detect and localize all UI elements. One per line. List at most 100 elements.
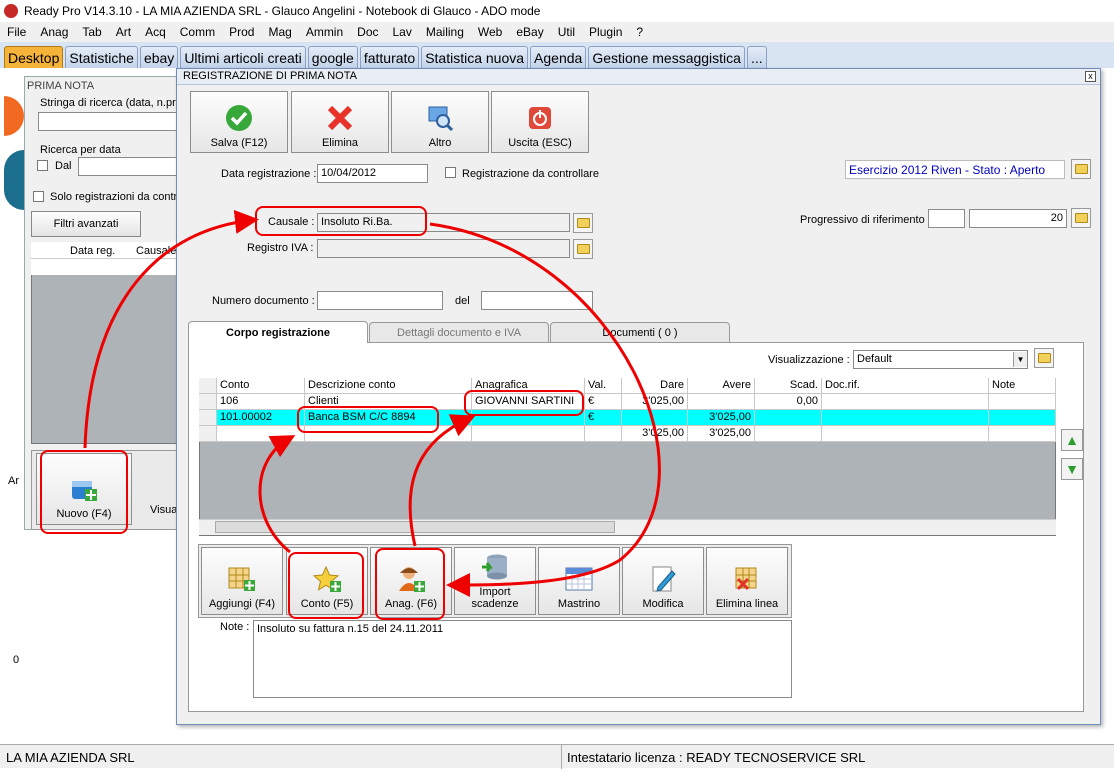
grid-header-row-cell[interactable]: Val. (585, 378, 622, 394)
filters-button[interactable]: Filtri avanzati (31, 211, 141, 237)
tab-ultimi-articoli[interactable]: Ultimi articoli creati (180, 46, 306, 68)
grid-header-row[interactable]: Conto Descrizione conto Anagrafica Val. Dare… (199, 378, 1056, 394)
grid-row-1-cell[interactable]: 0,00 (755, 394, 822, 410)
grid-header-row-cell[interactable]: Dare (622, 378, 688, 394)
grid-total-row-cell[interactable] (472, 426, 585, 442)
menu-ammin[interactable]: Ammin (299, 25, 350, 39)
grid-row-2-cell[interactable] (822, 410, 989, 426)
grid-header-row-cell[interactable]: Doc.rif. (822, 378, 989, 394)
grid-total-row-cell[interactable] (585, 426, 622, 442)
row-selector[interactable] (199, 378, 217, 394)
grid-total-row-cell[interactable] (755, 426, 822, 442)
add-line-button[interactable]: Aggiungi (F4) (201, 547, 283, 615)
row-selector[interactable] (199, 426, 217, 442)
grid-row-2-cell[interactable] (755, 410, 822, 426)
close-icon[interactable]: x (1085, 71, 1096, 82)
grid-total-row-cell[interactable] (822, 426, 989, 442)
grid-scroll-thumb[interactable] (215, 521, 615, 533)
import-scadenze-button[interactable]: Import scadenze (454, 547, 536, 615)
progressivo-folder-icon[interactable] (1071, 208, 1091, 228)
menu-prod[interactable]: Prod (222, 25, 261, 39)
date-input[interactable]: 10/04/2012 (317, 164, 428, 183)
grid-row-2-cell[interactable] (989, 410, 1056, 426)
menu-util[interactable]: Util (551, 25, 582, 39)
grid-row-1-cell[interactable]: € (585, 394, 622, 410)
tab-desktop[interactable]: Desktop (4, 46, 64, 68)
tab-statistiche[interactable]: Statistiche (65, 46, 138, 68)
tab-fatturato[interactable]: fatturato (359, 46, 420, 68)
menu-plugin[interactable]: Plugin (582, 25, 629, 39)
chevron-down-icon[interactable]: ▼ (1013, 352, 1027, 367)
delete-line-button[interactable]: Elimina linea (706, 547, 788, 615)
grid-row-1-cell[interactable] (989, 394, 1056, 410)
registro-input[interactable] (317, 239, 570, 258)
mastrino-button[interactable]: Mastrino (538, 547, 620, 615)
grid-total-row-cell[interactable]: 3'025,00 (622, 426, 688, 442)
prima-nota-grid-row[interactable] (31, 259, 177, 275)
grid-header-row-cell[interactable]: Note (989, 378, 1056, 394)
del-input[interactable] (481, 291, 593, 310)
dal-checkbox[interactable] (37, 160, 48, 174)
grid-header-row-cell[interactable]: Scad. (755, 378, 822, 394)
grid-total-row-cell[interactable] (989, 426, 1056, 442)
grid-header-row-cell[interactable]: Conto (217, 378, 305, 394)
grid-row-2-cell[interactable]: 3'025,00 (688, 410, 755, 426)
numero-input[interactable] (317, 291, 443, 310)
grid-row-1-cell[interactable] (822, 394, 989, 410)
grid-row-2-cell[interactable]: € (585, 410, 622, 426)
move-up-icon[interactable]: ▲ (1061, 429, 1083, 451)
to-check-checkbox[interactable] (445, 167, 456, 181)
menu-doc[interactable]: Doc (350, 25, 385, 39)
row-selector[interactable] (199, 410, 217, 426)
menu-web[interactable]: Web (471, 25, 509, 39)
move-down-icon[interactable]: ▼ (1061, 458, 1083, 480)
grid-row-1-cell[interactable] (688, 394, 755, 410)
menu-anag[interactable]: Anag (33, 25, 75, 39)
menu-acq[interactable]: Acq (138, 25, 173, 39)
modifica-button[interactable]: Modifica (622, 547, 704, 615)
menu-help[interactable]: ? (629, 25, 650, 39)
grid-header-row-cell[interactable]: Descrizione conto (305, 378, 472, 394)
note-textarea[interactable]: Insoluto su fattura n.15 del 24.11.2011 (253, 620, 792, 698)
progressivo-input[interactable]: 20 (969, 209, 1067, 228)
search-input[interactable] (38, 112, 178, 131)
tab-corpo-registrazione[interactable]: Corpo registrazione (188, 321, 368, 343)
tab-google[interactable]: google (307, 46, 358, 68)
tab-agenda[interactable]: Agenda (530, 46, 587, 68)
delete-button[interactable]: Elimina (291, 91, 389, 153)
exit-button[interactable]: Uscita (ESC) (491, 91, 589, 153)
progressivo-prefix-input[interactable] (928, 209, 965, 228)
menu-comm[interactable]: Comm (173, 25, 222, 39)
menu-file[interactable]: File (0, 25, 33, 39)
other-button[interactable]: Altro (391, 91, 489, 153)
tab-dettagli-documento[interactable]: Dettagli documento e IVA (369, 322, 549, 342)
visualizzazione-folder-icon[interactable] (1034, 348, 1054, 368)
menu-art[interactable]: Art (109, 25, 138, 39)
only-reg-checkbox[interactable] (33, 191, 44, 205)
visualizzazione-select[interactable]: Default (853, 350, 1028, 369)
dal-input[interactable] (78, 157, 178, 176)
grid-row-2-cell[interactable]: 101.00002 (217, 410, 305, 426)
tab-more[interactable]: ... (746, 46, 767, 68)
menu-tab[interactable]: Tab (75, 25, 108, 39)
grid-total-row-cell[interactable] (217, 426, 305, 442)
tab-messaggistica[interactable]: Gestione messaggistica (588, 46, 745, 68)
grid-total-row-cell[interactable]: 3'025,00 (688, 426, 755, 442)
grid-row-2-cell[interactable] (622, 410, 688, 426)
registro-folder-icon[interactable] (573, 239, 593, 259)
menu-mailing[interactable]: Mailing (419, 25, 471, 39)
grid-row-1-cell[interactable]: 3'025,00 (622, 394, 688, 410)
tab-statistica-nuova[interactable]: Statistica nuova (421, 46, 529, 68)
menu-mag[interactable]: Mag (261, 25, 298, 39)
tab-documenti[interactable]: Documenti ( 0 ) (550, 322, 730, 342)
row-selector[interactable] (199, 394, 217, 410)
esercizio-folder-icon[interactable] (1071, 159, 1091, 179)
menu-ebay[interactable]: eBay (509, 25, 550, 39)
grid-row-1-cell[interactable]: 106 (217, 394, 305, 410)
menu-lav[interactable]: Lav (386, 25, 419, 39)
causale-folder-icon[interactable] (573, 213, 593, 233)
tab-ebay[interactable]: ebay (139, 46, 179, 68)
save-button[interactable]: Salva (F12) (190, 91, 288, 153)
view-button-label[interactable]: Visua (150, 504, 177, 516)
grid-header-row-cell[interactable]: Avere (688, 378, 755, 394)
